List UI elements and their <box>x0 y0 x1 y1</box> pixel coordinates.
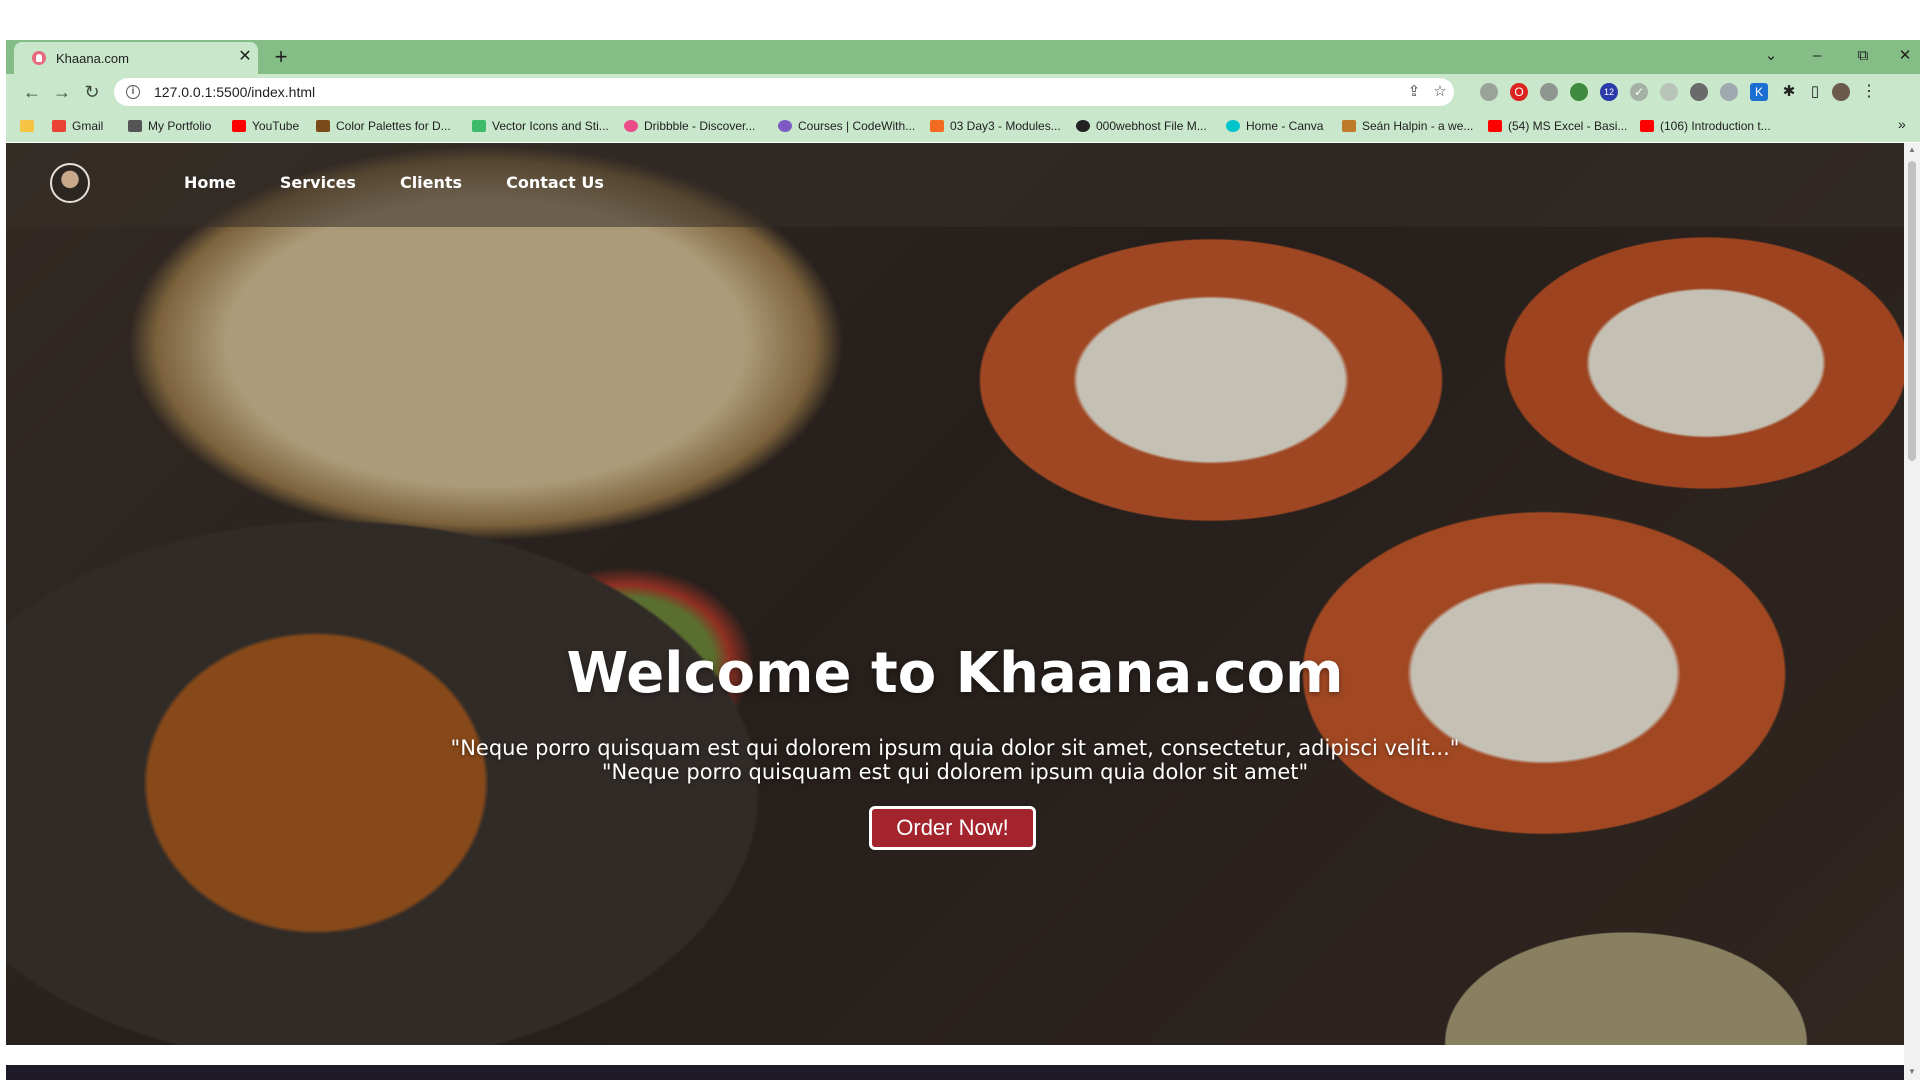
bookmark-canva[interactable]: Home - Canva <box>1226 118 1323 134</box>
image-extension-icon[interactable] <box>1720 83 1738 101</box>
bookmark-youtube[interactable]: YouTube <box>232 118 299 134</box>
palette-icon <box>316 120 330 132</box>
back-button[interactable]: ← <box>20 80 44 104</box>
bookmark-ms-excel[interactable]: (54) MS Excel - Basi... <box>1488 118 1627 134</box>
bookmark-modules[interactable]: 03 Day3 - Modules... <box>930 118 1061 134</box>
bookmark-label: (106) Introduction t... <box>1660 119 1771 133</box>
scroll-up-icon[interactable]: ▲ <box>1907 145 1917 154</box>
document-icon <box>128 120 142 132</box>
k-extension-icon[interactable]: K <box>1750 83 1768 101</box>
nav-link-services[interactable]: Services <box>280 173 356 192</box>
gmail-icon <box>52 120 66 132</box>
next-section-strip <box>6 1065 1904 1080</box>
site-logo-avatar[interactable] <box>50 163 90 203</box>
modules-icon <box>930 120 944 132</box>
bookmark-color-palettes[interactable]: Color Palettes for D... <box>316 118 451 134</box>
bookmark-label: YouTube <box>252 119 300 133</box>
scroll-thumb[interactable] <box>1908 161 1916 461</box>
screen: Khaana.com ✕ + ⌄ – ⧉ ✕ ← → ↻ i 127.0.0.1… <box>0 0 1920 1080</box>
shield-extension-icon[interactable] <box>1480 83 1498 101</box>
hero-title: Welcome to Khaana.com <box>566 641 1344 706</box>
youtube-icon <box>1488 120 1502 132</box>
bookmark-folder[interactable] <box>20 118 40 134</box>
bookmark-label: Dribbble - Discover... <box>644 119 756 133</box>
nav-links: Home Services Clients Contact Us <box>184 173 604 192</box>
nav-link-home[interactable]: Home <box>184 173 236 192</box>
bookmark-portfolio[interactable]: My Portfolio <box>128 118 211 134</box>
bookmark-webhost[interactable]: 000webhost File M... <box>1076 118 1207 134</box>
reload-button[interactable]: ↻ <box>80 80 104 104</box>
tab-close-icon[interactable]: ✕ <box>236 48 254 66</box>
bookmark-sean-halpin[interactable]: Seán Halpin - a we... <box>1342 118 1473 134</box>
restore-button[interactable]: ⧉ <box>1848 44 1878 68</box>
hero-tagline-2: "Neque porro quisquam est qui dolorem ip… <box>601 760 1309 784</box>
bookmarks-bar: Gmail My Portfolio YouTube Color Palette… <box>6 110 1920 142</box>
youtube-icon <box>1640 120 1654 132</box>
gear-extension-icon[interactable] <box>1660 83 1678 101</box>
bookmark-star-icon[interactable]: ☆ <box>1430 82 1450 102</box>
bookmark-label: Courses | CodeWith... <box>798 119 916 133</box>
bookmark-label: Gmail <box>72 119 104 133</box>
hero-tagline-1: "Neque porro quisquam est qui dolorem ip… <box>450 736 1460 760</box>
forward-button[interactable]: → <box>50 80 74 104</box>
close-window-button[interactable]: ✕ <box>1890 44 1920 68</box>
scroll-down-icon[interactable]: ▼ <box>1907 1067 1917 1076</box>
bug-extension-icon[interactable] <box>1540 83 1558 101</box>
site-navbar: Home Services Clients Contact Us <box>6 143 1904 227</box>
tab-search-icon[interactable]: ⌄ <box>1756 44 1786 68</box>
webhost-icon <box>1076 120 1090 132</box>
canva-icon <box>1226 120 1240 132</box>
favicon-icon <box>32 51 46 65</box>
menu-icon[interactable]: ⋮ <box>1860 83 1878 101</box>
bookmark-label: 000webhost File M... <box>1096 119 1207 133</box>
order-now-button[interactable]: Order Now! <box>869 806 1036 850</box>
nav-link-clients[interactable]: Clients <box>400 173 462 192</box>
site-info-icon[interactable]: i <box>126 85 140 99</box>
bookmark-label: Color Palettes for D... <box>336 119 451 133</box>
url-text[interactable]: 127.0.0.1:5500/index.html <box>154 84 315 100</box>
folder-icon <box>20 120 34 132</box>
tab-strip: Khaana.com ✕ + ⌄ – ⧉ ✕ <box>6 40 1920 74</box>
tab-khaana[interactable]: Khaana.com ✕ <box>14 42 258 74</box>
address-bar[interactable]: i 127.0.0.1:5500/index.html ⇪ ☆ <box>114 78 1454 106</box>
sidepanel-icon[interactable]: ▯ <box>1806 83 1824 101</box>
bookmark-codewith[interactable]: Courses | CodeWith... <box>778 118 915 134</box>
hero-background-image <box>6 143 1904 1045</box>
circle-extension-icon[interactable] <box>1690 83 1708 101</box>
badge-extension-icon[interactable]: 12 <box>1600 83 1618 101</box>
page-viewport: Home Services Clients Contact Us Welcome… <box>6 143 1904 1080</box>
puzzle-icon[interactable]: ✱ <box>1780 83 1798 101</box>
course-icon <box>778 120 792 132</box>
profile-avatar[interactable] <box>1832 83 1850 101</box>
browser-window: Khaana.com ✕ + ⌄ – ⧉ ✕ ← → ↻ i 127.0.0.1… <box>6 40 1920 1080</box>
tree-extension-icon[interactable] <box>1570 83 1588 101</box>
bookmark-gmail[interactable]: Gmail <box>52 118 103 134</box>
tab-title: Khaana.com <box>56 51 129 66</box>
bookmark-introduction[interactable]: (106) Introduction t... <box>1640 118 1771 134</box>
browser-toolbar: ← → ↻ i 127.0.0.1:5500/index.html ⇪ ☆ O … <box>6 74 1920 110</box>
minimize-button[interactable]: – <box>1802 44 1832 68</box>
opera-extension-icon[interactable]: O <box>1510 83 1528 101</box>
bookmark-label: 03 Day3 - Modules... <box>950 119 1061 133</box>
share-icon[interactable]: ⇪ <box>1404 82 1424 102</box>
person-icon <box>1342 120 1356 132</box>
bookmark-vector-icons[interactable]: Vector Icons and Sti... <box>472 118 609 134</box>
youtube-icon <box>232 120 246 132</box>
page-scrollbar[interactable]: ▲ ▼ <box>1904 143 1920 1080</box>
bookmark-label: Seán Halpin - a we... <box>1362 119 1474 133</box>
bookmark-label: (54) MS Excel - Basi... <box>1508 119 1628 133</box>
bookmark-label: My Portfolio <box>148 119 212 133</box>
vector-icon <box>472 120 486 132</box>
bookmark-dribbble[interactable]: Dribbble - Discover... <box>624 118 755 134</box>
bookmark-label: Vector Icons and Sti... <box>492 119 609 133</box>
nav-link-contact[interactable]: Contact Us <box>506 173 604 192</box>
bookmarks-more-icon[interactable]: » <box>1898 116 1906 132</box>
new-tab-button[interactable]: + <box>268 45 294 69</box>
hero-section: Home Services Clients Contact Us Welcome… <box>6 143 1904 1045</box>
dribbble-icon <box>624 120 638 132</box>
bookmark-label: Home - Canva <box>1246 119 1324 133</box>
check-extension-icon[interactable]: ✓ <box>1630 83 1648 101</box>
